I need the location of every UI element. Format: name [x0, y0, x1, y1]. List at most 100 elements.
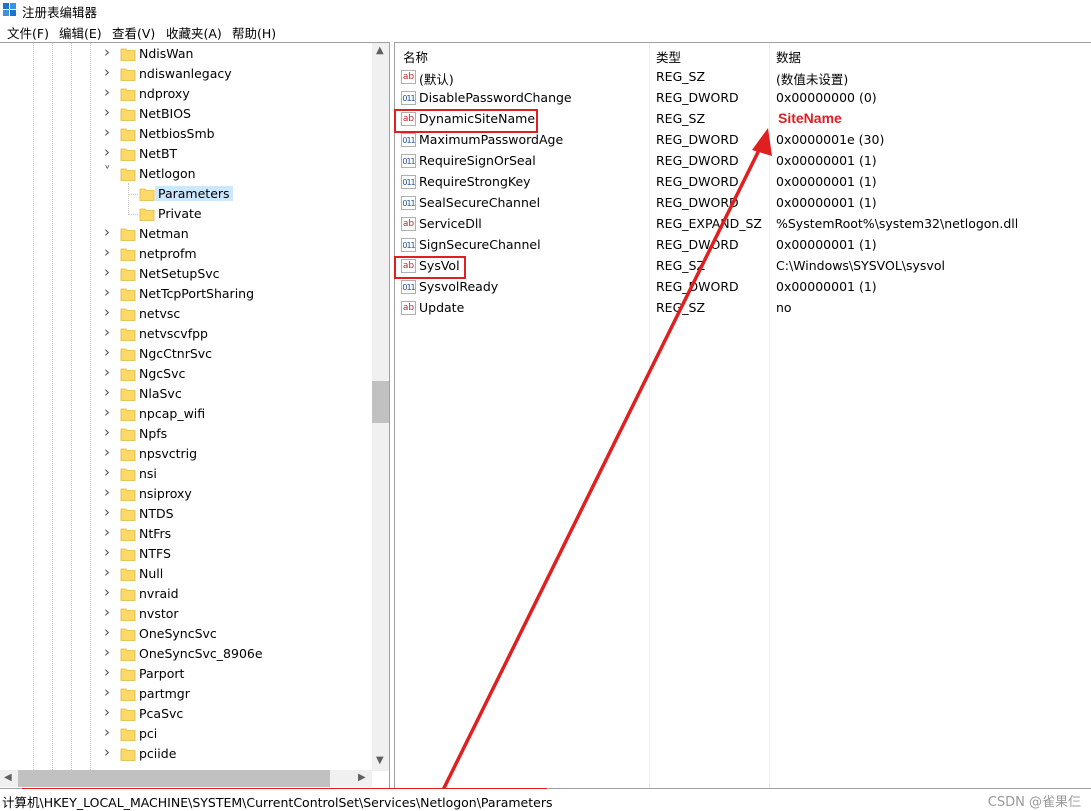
tree-item[interactable]: › ndiswanlegacy [0, 63, 372, 84]
tree-item[interactable]: › OneSyncSvc_8906e [0, 643, 372, 664]
chevron-right-icon[interactable]: › [104, 83, 114, 101]
value-row[interactable]: 011 MaximumPasswordAge REG_DWORD 0x0000001e… [395, 130, 1091, 151]
value-row[interactable]: ab (默认) REG_SZ (数值未设置) [395, 67, 1091, 88]
column-header-type[interactable]: 类型 [656, 47, 681, 66]
chevron-down-icon[interactable]: ˅ [104, 165, 114, 180]
chevron-right-icon[interactable]: › [104, 663, 114, 681]
tree-item[interactable]: › NgcCtnrSvc [0, 343, 372, 364]
tree-item[interactable]: › npcap_wifi [0, 403, 372, 424]
tree-item[interactable]: Parameters [0, 184, 372, 204]
chevron-right-icon[interactable]: › [104, 143, 114, 161]
menu-edit[interactable]: 编辑(E) [59, 23, 102, 42]
chevron-right-icon[interactable]: › [104, 223, 114, 241]
tree-item[interactable]: › Netman [0, 223, 372, 244]
value-row[interactable]: ab SysVol REG_SZ C:\Windows\SYSVOL\sysvol [395, 256, 1091, 277]
chevron-right-icon[interactable]: › [104, 43, 114, 61]
tree-item[interactable]: › pci [0, 723, 372, 744]
tree-item[interactable]: › NdisWan [0, 43, 372, 64]
tree-item-label: ndiswanlegacy [139, 66, 232, 81]
value-row[interactable]: 011 SealSecureChannel REG_DWORD 0x00000001 … [395, 193, 1091, 214]
chevron-right-icon[interactable]: › [104, 523, 114, 541]
value-row[interactable]: ab ServiceDll REG_EXPAND_SZ %SystemRoot%\sy… [395, 214, 1091, 235]
chevron-right-icon[interactable]: › [104, 683, 114, 701]
chevron-right-icon[interactable]: › [104, 323, 114, 341]
tree-item[interactable]: › NetbiosSmb [0, 123, 372, 144]
menu-help[interactable]: 帮助(H) [232, 23, 276, 42]
menu-favorites[interactable]: 收藏夹(A) [166, 23, 222, 42]
tree-item[interactable]: › netvsc [0, 303, 372, 324]
tree-item[interactable]: › Npfs [0, 423, 372, 444]
chevron-right-icon[interactable]: › [104, 603, 114, 621]
chevron-right-icon[interactable]: › [104, 583, 114, 601]
tree-item[interactable]: › npsvctrig [0, 443, 372, 464]
tree-item[interactable]: › nvstor [0, 603, 372, 624]
tree-item[interactable]: › Null [0, 563, 372, 584]
scroll-up-arrow-icon[interactable]: ▲ [376, 45, 384, 56]
tree-item[interactable]: › ndproxy [0, 83, 372, 104]
chevron-right-icon[interactable]: › [104, 123, 114, 141]
menu-view[interactable]: 查看(V) [112, 23, 155, 42]
chevron-right-icon[interactable]: › [104, 543, 114, 561]
chevron-right-icon[interactable]: › [104, 643, 114, 661]
chevron-right-icon[interactable]: › [104, 383, 114, 401]
tree-item[interactable]: › Parport [0, 663, 372, 684]
chevron-right-icon[interactable]: › [104, 263, 114, 281]
chevron-right-icon[interactable]: › [104, 443, 114, 461]
tree-item[interactable]: › netprofm [0, 243, 372, 264]
tree-item[interactable]: › NlaSvc [0, 383, 372, 404]
tree-item[interactable]: › PcaSvc [0, 703, 372, 724]
tree-item[interactable]: › nsi [0, 463, 372, 484]
column-header-name[interactable]: 名称 [403, 47, 428, 66]
tree-item[interactable]: › NgcSvc [0, 363, 372, 384]
chevron-right-icon[interactable]: › [104, 563, 114, 581]
tree-item[interactable]: ˅ Netlogon [0, 164, 372, 184]
tree-item[interactable]: › nvraid [0, 583, 372, 604]
tree-item-label: partmgr [139, 686, 190, 701]
chevron-right-icon[interactable]: › [104, 503, 114, 521]
tree-vertical-scroll-thumb[interactable] [372, 381, 389, 423]
chevron-right-icon[interactable]: › [104, 703, 114, 721]
chevron-right-icon[interactable]: › [104, 283, 114, 301]
tree-item[interactable]: › netvscvfpp [0, 323, 372, 344]
scroll-left-arrow-icon[interactable]: ◀ [4, 772, 12, 783]
tree-item[interactable]: › NetBT [0, 143, 372, 164]
chevron-right-icon[interactable]: › [104, 343, 114, 361]
menu-file[interactable]: 文件(F) [7, 23, 49, 42]
chevron-right-icon[interactable]: › [104, 243, 114, 261]
value-row[interactable]: 011 SignSecureChannel REG_DWORD 0x00000001 … [395, 235, 1091, 256]
value-row[interactable]: 011 SysvolReady REG_DWORD 0x00000001 (1) [395, 277, 1091, 298]
value-row[interactable]: 011 DisablePasswordChange REG_DWORD 0x00000… [395, 88, 1091, 109]
value-row[interactable]: 011 RequireSignOrSeal REG_DWORD 0x00000001 … [395, 151, 1091, 172]
scroll-right-arrow-icon[interactable]: ▶ [358, 772, 366, 783]
value-row[interactable]: 011 RequireStrongKey REG_DWORD 0x00000001 (… [395, 172, 1091, 193]
value-list-pane[interactable]: 名称 类型 数据 ab (默认) REG_SZ (数值未设置) 011 DisablePa… [394, 42, 1091, 789]
chevron-right-icon[interactable]: › [104, 463, 114, 481]
key-tree-pane[interactable]: › NdisWan › ndiswanlegacy › ndproxy › NetBIOS › N… [0, 42, 390, 789]
chevron-right-icon[interactable]: › [104, 423, 114, 441]
chevron-right-icon[interactable]: › [104, 483, 114, 501]
tree-item[interactable]: › OneSyncSvc [0, 623, 372, 644]
tree-item[interactable]: › NTFS [0, 543, 372, 564]
chevron-right-icon[interactable]: › [104, 723, 114, 741]
folder-icon [120, 288, 136, 301]
tree-item[interactable]: › partmgr [0, 683, 372, 704]
tree-item[interactable]: › NetBIOS [0, 103, 372, 124]
tree-item[interactable]: › NtFrs [0, 523, 372, 544]
chevron-right-icon[interactable]: › [104, 103, 114, 121]
chevron-right-icon[interactable]: › [104, 743, 114, 761]
tree-item[interactable]: › NetSetupSvc [0, 263, 372, 284]
chevron-right-icon[interactable]: › [104, 303, 114, 321]
tree-item[interactable]: › NetTcpPortSharing [0, 283, 372, 304]
scroll-down-arrow-icon[interactable]: ▼ [376, 755, 384, 766]
tree-item[interactable]: › NTDS [0, 503, 372, 524]
tree-horizontal-scroll-thumb[interactable] [18, 770, 330, 787]
tree-item[interactable]: › pciide [0, 743, 372, 764]
chevron-right-icon[interactable]: › [104, 403, 114, 421]
tree-item[interactable]: Private [0, 204, 372, 224]
value-row[interactable]: ab Update REG_SZ no [395, 298, 1091, 319]
chevron-right-icon[interactable]: › [104, 363, 114, 381]
tree-item[interactable]: › nsiproxy [0, 483, 372, 504]
chevron-right-icon[interactable]: › [104, 63, 114, 81]
column-header-data[interactable]: 数据 [776, 47, 801, 66]
chevron-right-icon[interactable]: › [104, 623, 114, 641]
